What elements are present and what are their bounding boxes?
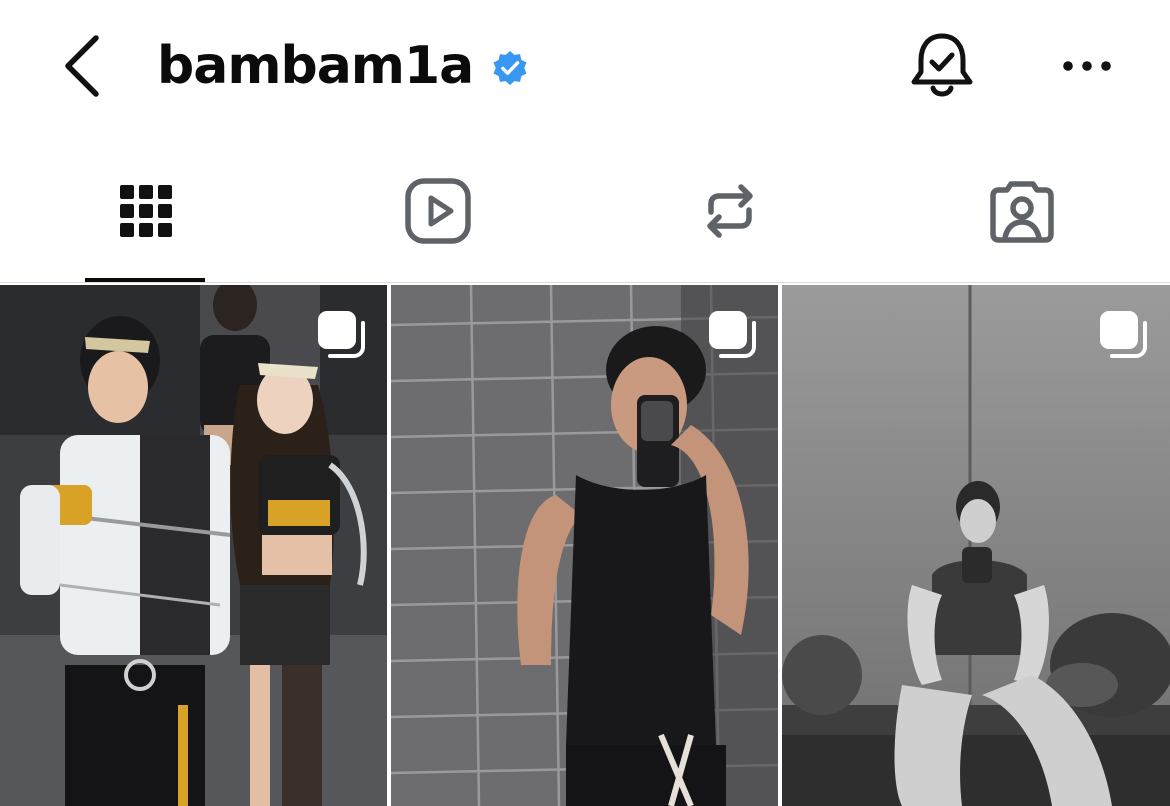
profile-title: bambam1a — [157, 30, 529, 102]
post-thumbnail-mirror-selfie — [391, 285, 778, 806]
more-options-button[interactable] — [1054, 44, 1120, 88]
posts-grid — [0, 285, 1170, 806]
post-tile[interactable] — [782, 285, 1170, 806]
bell-check-icon — [911, 33, 973, 97]
post-thumbnail-stage-performance — [0, 285, 387, 806]
chevron-left-icon — [65, 35, 99, 97]
post-thumbnail-bw-sitting — [782, 285, 1170, 806]
tab-tagged[interactable] — [876, 140, 1168, 282]
tagged-person-icon — [990, 181, 1054, 243]
notifications-button[interactable] — [905, 28, 979, 104]
back-button[interactable] — [52, 30, 112, 100]
tab-posts[interactable] — [0, 140, 292, 282]
reels-play-icon — [405, 178, 471, 244]
verified-badge-icon — [493, 50, 527, 86]
carousel-icon — [1100, 311, 1147, 358]
more-horizontal-icon — [1063, 61, 1111, 71]
repost-icon — [707, 184, 753, 238]
grid-icon — [120, 185, 172, 237]
profile-tabs — [0, 140, 1170, 283]
carousel-icon — [709, 311, 756, 358]
tab-reels[interactable] — [292, 140, 584, 282]
post-tile[interactable] — [0, 285, 387, 806]
tab-reposts[interactable] — [584, 140, 876, 282]
username: bambam1a — [157, 36, 474, 96]
profile-header: bambam1a — [0, 0, 1170, 140]
post-tile[interactable] — [391, 285, 778, 806]
carousel-icon — [318, 311, 365, 358]
